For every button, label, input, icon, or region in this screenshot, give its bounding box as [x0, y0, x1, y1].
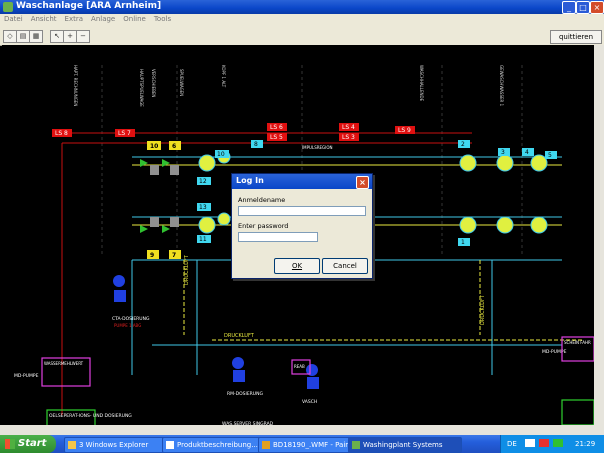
username-label: Anmeldename	[238, 196, 286, 204]
label-oelseperat: OELSEPERAT-IONS- UND DOSIERUNG	[49, 413, 132, 419]
washingplant-icon	[352, 441, 360, 449]
label-waschhallende: WASCHHALLENDE	[419, 65, 424, 102]
cyan-box-10: 10	[217, 151, 225, 158]
print-icon[interactable]: ▦	[29, 30, 43, 43]
label-pumpe-abg: PUMPE 1 ABG	[114, 323, 141, 328]
label-druckluft-3: DRUCKLUFT	[224, 333, 255, 339]
cyan-box-2: 2	[461, 141, 465, 148]
yellow-box-6: 6	[172, 143, 176, 150]
task-label: Washingplant Systems	[363, 441, 443, 449]
minimize-button[interactable]: _	[562, 1, 576, 14]
label-md-pumpe-left: MD-PUMPE	[14, 373, 39, 379]
login-dialog-titlebar: Log In ×	[232, 174, 372, 189]
vertical-scrollbar[interactable]	[594, 45, 604, 435]
label-wasserwerte: WASSERMEHLWERT	[44, 361, 84, 366]
quittieren-button[interactable]: quittieren	[550, 30, 602, 44]
task-paint[interactable]: BD18190_.WMF - Paint	[258, 437, 358, 453]
cancel-button[interactable]: Cancel	[322, 258, 368, 274]
tray-icon-1[interactable]	[525, 439, 535, 447]
cyan-box-13: 13	[199, 204, 207, 211]
menu-online[interactable]: Online	[119, 14, 150, 24]
clock: 21:29	[575, 440, 596, 448]
impulsregion-label: IMPULSREGION	[302, 145, 332, 150]
task-label: BD18190_.WMF - Paint	[273, 441, 353, 449]
task-label: Produktbeschreibung...	[177, 441, 258, 449]
cyan-box-1: 1	[461, 239, 465, 246]
label-druckluft-2: DRUCKLUFT	[480, 294, 486, 325]
cyan-box-11: 11	[199, 236, 207, 243]
menu-extra[interactable]: Extra	[61, 14, 87, 24]
ls6-label: LS 6	[270, 124, 283, 131]
pointer-icon[interactable]: ↖	[50, 30, 64, 43]
label-druckluft-1: DRUCKLUFT	[184, 254, 190, 285]
menu-anlage[interactable]: Anlage	[87, 14, 119, 24]
windows-flag-icon	[5, 439, 15, 449]
yellow-box-10: 10	[150, 143, 158, 150]
yellow-box-9: 9	[150, 252, 154, 259]
document-icon	[166, 441, 174, 449]
label-cta-dosierung: CTA-DOSIERUNG	[112, 316, 150, 322]
menu-datei[interactable]: Datei	[0, 14, 27, 24]
ok-button[interactable]: OK	[274, 258, 320, 274]
restore-button[interactable]: □	[576, 1, 590, 14]
login-dialog-title: Log In	[236, 176, 264, 185]
label-vasch: VASCH	[302, 399, 317, 405]
ls5-label: LS 5	[270, 134, 283, 141]
system-tray: DE 21:29	[500, 435, 604, 453]
toolbar: ◇ ▤ ▦ ↖ + − quittieren	[0, 27, 604, 46]
task-washingplant[interactable]: Washingplant Systems	[348, 437, 462, 453]
zoom-out-icon[interactable]: −	[76, 30, 90, 43]
label-md-pumpe-right: MD-PUMPE	[542, 349, 567, 355]
ls3-label: LS 3	[342, 134, 355, 141]
label-rm-dosierung: RM-DOSIERUNG	[227, 391, 263, 397]
start-label: Start	[18, 438, 47, 449]
menubar: Datei Ansicht Extra Anlage Online Tools	[0, 14, 604, 27]
cyan-box-8: 8	[254, 141, 258, 148]
open-icon[interactable]: ◇	[3, 30, 17, 43]
login-close-icon[interactable]: ×	[356, 176, 369, 189]
tray-icon-2[interactable]	[539, 439, 549, 447]
password-field[interactable]	[238, 232, 318, 242]
folder-icon	[68, 441, 76, 449]
horizontal-scrollbar[interactable]	[0, 425, 594, 435]
taskbar: Start 3 Windows Explorer Produktbeschrei…	[0, 435, 604, 453]
ls4-label: LS 4	[342, 124, 355, 131]
paint-icon	[262, 441, 270, 449]
ls7-label: LS 7	[118, 130, 131, 137]
label-schein: SCHEIN FAHR	[564, 340, 591, 345]
password-label: Enter password	[238, 222, 289, 230]
label-reab: REAB	[294, 364, 305, 369]
task-label: 3 Windows Explorer	[79, 441, 149, 449]
yellow-box-7: 7	[172, 252, 176, 259]
language-indicator[interactable]: DE	[507, 440, 517, 448]
label-gewaschwasser: GEWASCHWASSER 1	[499, 65, 504, 107]
label-verschieben: VERSCHIEBEN	[151, 69, 156, 97]
menu-ansicht[interactable]: Ansicht	[27, 14, 61, 24]
task-produktbeschreibung[interactable]: Produktbeschreibung...	[162, 437, 268, 453]
username-field[interactable]	[238, 206, 366, 216]
app-icon	[3, 2, 13, 12]
cyan-box-12: 12	[199, 178, 207, 185]
ls9-label: LS 9	[398, 127, 411, 134]
cyan-box-3: 3	[501, 149, 505, 156]
label-hauptspuel: HAUPTSPUELWAGE	[139, 69, 144, 107]
login-dialog: Log In × Anmeldename Enter password OK C…	[231, 173, 373, 279]
save-icon[interactable]: ▤	[16, 30, 30, 43]
ls8-label: LS 8	[55, 130, 68, 137]
cyan-box-5: 5	[548, 152, 552, 159]
close-button[interactable]: ×	[590, 1, 604, 14]
start-button[interactable]: Start	[0, 435, 56, 453]
label-kopf: KOPF 1 ALT	[221, 65, 226, 88]
zoom-in-icon[interactable]: +	[63, 30, 77, 43]
label-spuelwagen: SPUELWAGEN	[179, 69, 184, 96]
cyan-box-4: 4	[525, 149, 529, 156]
label-hapt: HAPT. RECHNUNGEN	[73, 65, 78, 106]
window-title: Waschanlage [ARA Arnheim]	[16, 1, 162, 11]
tray-icon-3[interactable]	[553, 439, 563, 447]
task-windows-explorer[interactable]: 3 Windows Explorer	[64, 437, 172, 453]
window-titlebar: Waschanlage [ARA Arnheim] _ □ ×	[0, 0, 604, 14]
menu-tools[interactable]: Tools	[150, 14, 175, 24]
